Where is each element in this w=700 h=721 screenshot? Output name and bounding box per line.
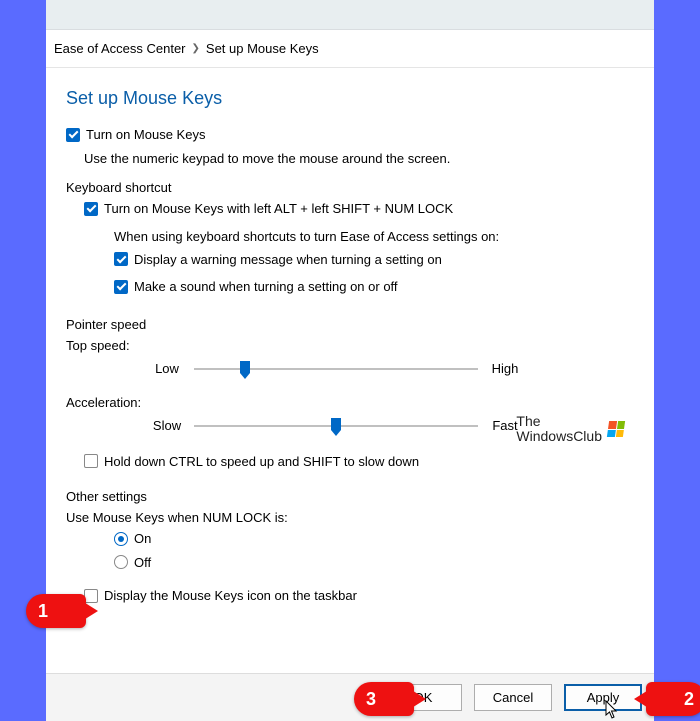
warning-row[interactable]: Display a warning message when turning a… — [114, 250, 634, 270]
annotation-callout-1: 1 — [26, 594, 86, 628]
taskbar-icon-row[interactable]: Display the Mouse Keys icon on the taskb… — [84, 586, 634, 606]
breadcrumb-parent[interactable]: Ease of Access Center — [54, 41, 186, 56]
watermark-text: The WindowsClub — [516, 414, 602, 445]
acceleration-slider[interactable] — [194, 416, 478, 436]
turn-on-mouse-keys-row[interactable]: Turn on Mouse Keys — [66, 125, 634, 145]
shortcut-enable-checkbox[interactable] — [84, 202, 98, 216]
acceleration-slider-row: Slow Fast — [146, 416, 526, 436]
acceleration-label: Acceleration: — [66, 395, 634, 410]
cancel-button[interactable]: Cancel — [474, 684, 552, 711]
chevron-right-icon: ❯ — [192, 43, 200, 54]
slider-track — [194, 425, 478, 427]
pointer-speed-section: Pointer speed — [66, 317, 634, 332]
slider-thumb[interactable] — [238, 361, 252, 379]
turn-on-mouse-keys-label: Turn on Mouse Keys — [86, 125, 205, 145]
slider-thumb[interactable] — [329, 418, 343, 436]
button-bar: OK Cancel Apply — [46, 673, 654, 721]
top-speed-high: High — [484, 361, 526, 376]
ctrl-shift-checkbox[interactable] — [84, 454, 98, 468]
numlock-off-label: Off — [134, 553, 151, 573]
numlock-on-row[interactable]: On — [114, 529, 634, 549]
numlock-off-row[interactable]: Off — [114, 553, 634, 573]
slider-track — [194, 368, 478, 370]
breadcrumb-current: Set up Mouse Keys — [206, 41, 319, 56]
watermark-line1: The — [516, 414, 602, 429]
watermark-line2: WindowsClub — [516, 429, 602, 444]
breadcrumb: Ease of Access Center ❯ Set up Mouse Key… — [46, 30, 654, 68]
ease-of-access-mouse-keys-window: Ease of Access Center ❯ Set up Mouse Key… — [46, 0, 654, 721]
annotation-callout-3: 3 — [354, 682, 414, 716]
numlock-off-radio[interactable] — [114, 555, 128, 569]
apply-button[interactable]: Apply — [564, 684, 642, 711]
sound-row[interactable]: Make a sound when turning a setting on o… — [114, 277, 634, 297]
content-area: Set up Mouse Keys Turn on Mouse Keys Use… — [46, 68, 654, 673]
numlock-on-label: On — [134, 529, 151, 549]
top-speed-label: Top speed: — [66, 338, 634, 353]
shortcut-enable-row[interactable]: Turn on Mouse Keys with left ALT + left … — [84, 199, 634, 219]
keyboard-shortcut-section: Keyboard shortcut — [66, 180, 634, 195]
sound-label: Make a sound when turning a setting on o… — [134, 277, 398, 297]
when-using-label: When using keyboard shortcuts to turn Ea… — [114, 229, 634, 244]
numlock-on-radio[interactable] — [114, 532, 128, 546]
top-speed-slider[interactable] — [194, 359, 478, 379]
turn-on-mouse-keys-checkbox[interactable] — [66, 128, 80, 142]
acceleration-slow: Slow — [146, 418, 188, 433]
ctrl-shift-label: Hold down CTRL to speed up and SHIFT to … — [104, 452, 419, 472]
warning-label: Display a warning message when turning a… — [134, 250, 442, 270]
watermark: The WindowsClub — [516, 414, 624, 445]
top-speed-slider-row: Low High — [146, 359, 526, 379]
ctrl-shift-row[interactable]: Hold down CTRL to speed up and SHIFT to … — [84, 452, 634, 472]
annotation-callout-2: 2 — [646, 682, 700, 716]
turn-on-help-text: Use the numeric keypad to move the mouse… — [84, 149, 634, 169]
page-title: Set up Mouse Keys — [66, 88, 634, 109]
top-speed-low: Low — [146, 361, 188, 376]
other-settings-section: Other settings — [66, 489, 634, 504]
shortcut-enable-label: Turn on Mouse Keys with left ALT + left … — [104, 199, 453, 219]
numlock-label: Use Mouse Keys when NUM LOCK is: — [66, 510, 634, 525]
warning-checkbox[interactable] — [114, 252, 128, 266]
sound-checkbox[interactable] — [114, 280, 128, 294]
windows-logo-icon — [607, 421, 625, 437]
window-header-spacer — [46, 0, 654, 30]
taskbar-icon-label: Display the Mouse Keys icon on the taskb… — [104, 586, 357, 606]
